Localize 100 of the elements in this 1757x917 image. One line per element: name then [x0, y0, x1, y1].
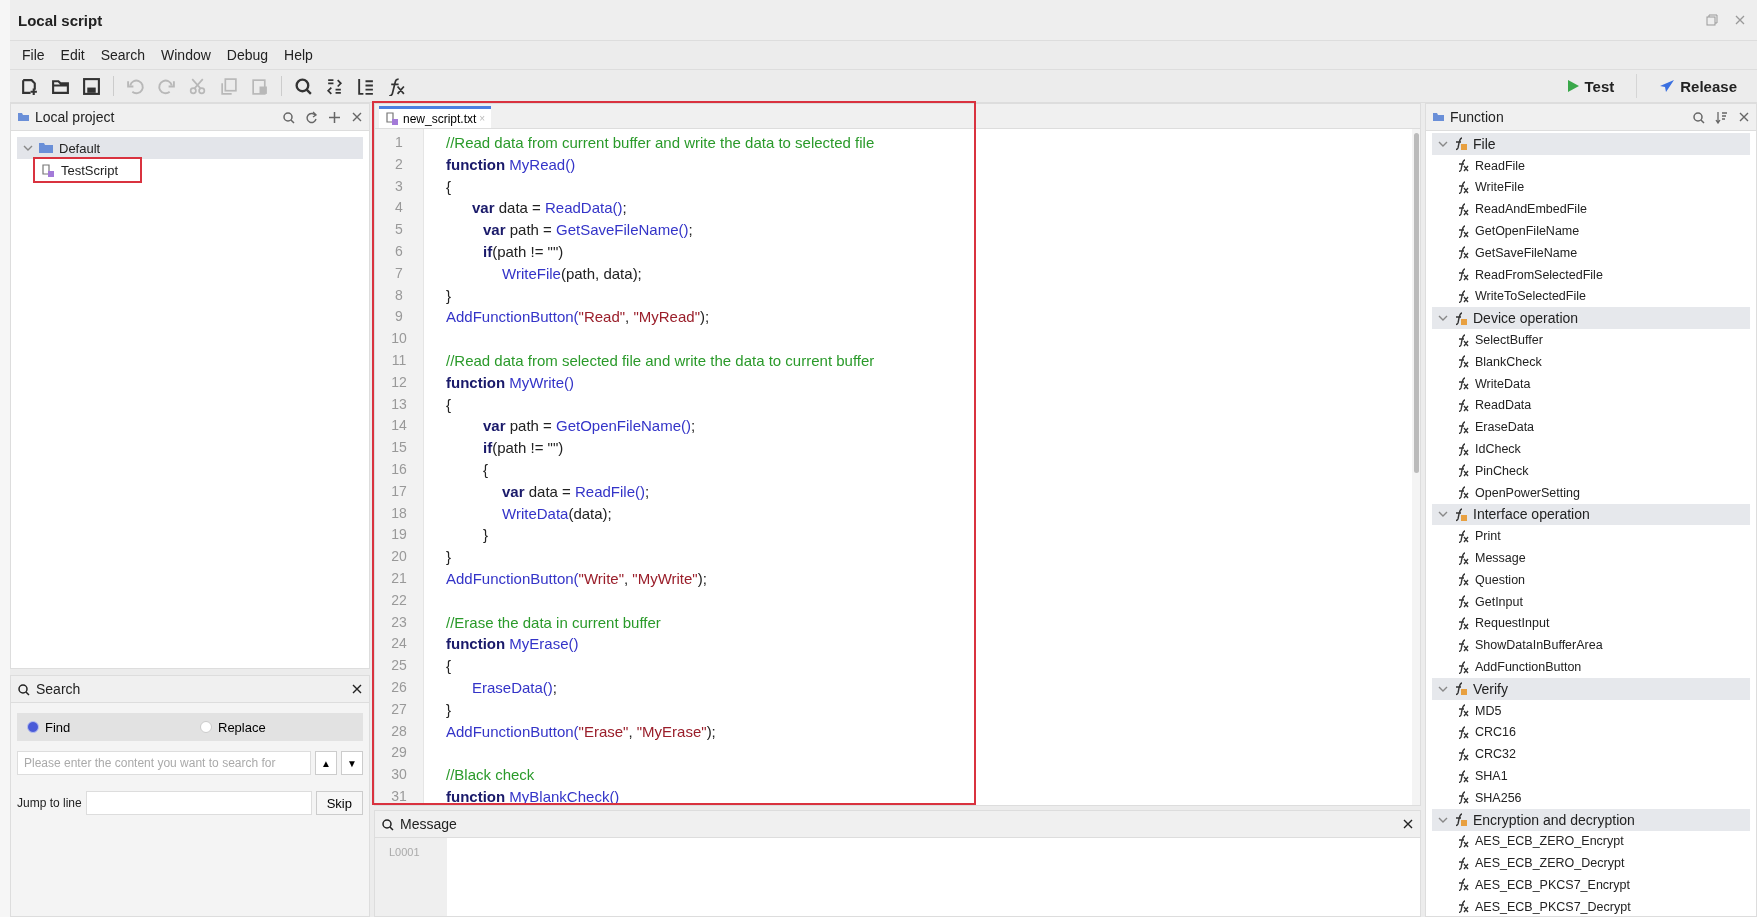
function-icon [1456, 202, 1469, 216]
menu-item[interactable]: Help [284, 45, 313, 65]
menu-item[interactable]: Edit [60, 45, 85, 65]
code-line: } [446, 285, 452, 306]
function-item[interactable]: SHA256 [1432, 786, 1750, 809]
line-number: 6 [394, 242, 404, 261]
function-icon [1456, 398, 1469, 412]
line-number: 4 [394, 198, 404, 218]
function-item[interactable]: MD5 [1432, 699, 1750, 722]
function-icon [1456, 464, 1469, 478]
function-item[interactable]: GetOpenFileName [1432, 220, 1750, 242]
search-icon [1692, 110, 1705, 124]
function-item[interactable]: GetInput [1432, 590, 1750, 613]
function-icon [1456, 246, 1469, 260]
scrollbar-thumb[interactable] [1413, 133, 1419, 473]
code-line: var path = GetOpenFileName(); [482, 416, 697, 437]
function-item[interactable]: AES_ECB_ZERO_Encrypt [1432, 830, 1750, 853]
function-item[interactable]: AES_ECB_PKCS7_Decrypt [1432, 895, 1750, 916]
skip-button[interactable]: Skip [315, 791, 363, 815]
line-number: 12 [390, 372, 408, 392]
function-item[interactable]: AddFunctionButton [1432, 656, 1750, 678]
menu-item[interactable]: Window [161, 45, 211, 65]
function-group-icon [1453, 310, 1468, 326]
function-item[interactable]: EraseData [1432, 416, 1750, 439]
test-button[interactable]: Test [1555, 73, 1625, 99]
tree-group[interactable]: Encryption and decryption [1432, 808, 1750, 831]
line-number: 28 [390, 721, 408, 741]
function-icon [1456, 224, 1469, 238]
line-number: 9 [394, 307, 404, 327]
function-item[interactable]: Message [1432, 547, 1750, 569]
code-line: var data = ReadData(); [471, 198, 628, 219]
line-number: 26 [390, 677, 408, 697]
code-line: AddFunctionButton("Erase", "MyErase"); [446, 721, 717, 742]
tree-item[interactable]: Default [17, 137, 363, 159]
function-icon [1456, 725, 1469, 739]
function-item[interactable]: Question [1432, 568, 1750, 591]
code-line: if(path != "") [482, 438, 565, 459]
function-icon [1456, 573, 1469, 587]
line-number: 8 [394, 285, 404, 305]
function-item[interactable]: RequestInput [1432, 612, 1750, 635]
tree-item[interactable]: TestScript [35, 159, 141, 181]
radio-option[interactable]: Replace [190, 718, 363, 736]
previous-button[interactable]: ▲ [315, 751, 337, 775]
code-line: //Read data from selected file and write the data to current buffer [446, 350, 876, 371]
function-item[interactable]: SHA1 [1432, 765, 1750, 787]
function-item[interactable]: CRC32 [1432, 743, 1750, 766]
function-icon [1456, 333, 1469, 347]
function-item[interactable]: IdCheck [1432, 438, 1750, 460]
function-item[interactable]: ReadData [1432, 394, 1750, 417]
code-line: function MyBlankCheck() [446, 786, 621, 805]
function-item[interactable]: ReadFile [1432, 154, 1750, 177]
play-icon [1565, 79, 1580, 93]
tree-group[interactable]: File [1432, 133, 1750, 155]
function-item[interactable]: PinCheck [1432, 459, 1750, 482]
menu-item[interactable]: File [22, 45, 45, 65]
function-item[interactable]: SelectBuffer [1432, 329, 1750, 351]
line-number: 24 [390, 634, 408, 654]
file-tab[interactable]: new_script.txt × [379, 106, 492, 128]
line-number: 14 [390, 416, 408, 436]
tree-group[interactable]: Device operation [1432, 307, 1750, 330]
close-icon [1402, 818, 1414, 830]
release-button[interactable]: Release [1649, 73, 1747, 99]
copy-icon [219, 76, 238, 96]
function-item[interactable]: CRC16 [1432, 721, 1750, 744]
function-item[interactable]: ReadAndEmbedFile [1432, 198, 1750, 221]
menu-item[interactable]: Debug [226, 45, 269, 65]
refresh-icon [305, 110, 318, 124]
function-item[interactable]: AES_ECB_ZERO_Decrypt [1432, 852, 1750, 875]
function-item[interactable]: Print [1432, 525, 1750, 548]
tree-group[interactable]: Interface operation [1432, 503, 1750, 526]
line-number: 13 [390, 394, 408, 414]
function-icon [1456, 638, 1469, 652]
function-item[interactable]: ShowDataInBufferArea [1432, 634, 1750, 657]
line-number-field[interactable] [85, 791, 312, 815]
function-item[interactable]: ReadFromSelectedFile [1432, 263, 1750, 286]
next-button[interactable]: ▼ [341, 751, 363, 775]
function-icon [1456, 377, 1469, 391]
function-item[interactable]: AES_ECB_PKCS7_Encrypt [1432, 874, 1750, 896]
radio-option[interactable]: Find [17, 718, 190, 736]
function-icon [1456, 268, 1469, 282]
function-item[interactable]: BlankCheck [1432, 350, 1750, 373]
function-item[interactable]: WriteFile [1432, 176, 1750, 199]
function-item[interactable]: WriteToSelectedFile [1432, 285, 1750, 308]
save-icon [82, 76, 101, 96]
search-field[interactable]: Please enter the content you want to search for [17, 751, 311, 775]
tree-group[interactable]: Verify [1432, 677, 1750, 700]
panel-title: Message [400, 816, 458, 832]
menu-item[interactable]: Search [100, 45, 146, 65]
window-title: Local script [18, 11, 104, 29]
code-line: { [482, 459, 489, 480]
line-number: 17 [390, 481, 408, 501]
line-number: 31 [390, 786, 408, 805]
search-icon [381, 817, 394, 831]
line-number: 2 [394, 154, 404, 174]
function-item[interactable]: GetSaveFileName [1432, 242, 1750, 264]
search-icon [282, 110, 295, 124]
code-line: WriteData(data); [501, 503, 613, 524]
function-item[interactable]: WriteData [1432, 372, 1750, 395]
line-number: 21 [390, 568, 408, 588]
function-item[interactable]: OpenPowerSetting [1432, 481, 1750, 504]
